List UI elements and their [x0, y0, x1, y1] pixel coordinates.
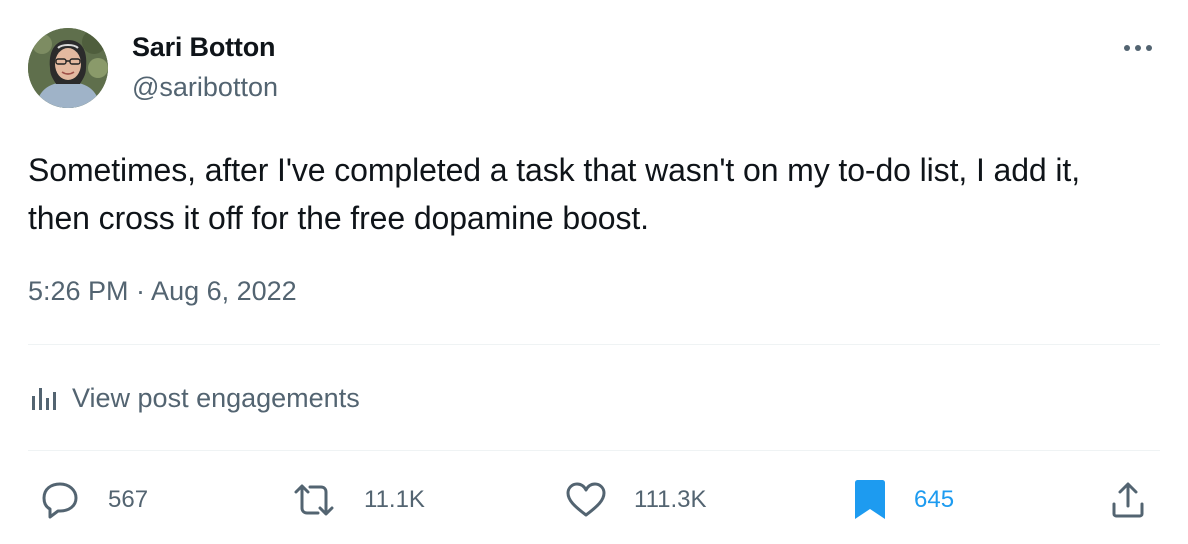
tweet-card: Sari Botton @saribotton Sometimes, after…	[0, 0, 1188, 544]
bookmark-icon	[852, 479, 888, 521]
more-icon	[1124, 45, 1152, 51]
repost-button[interactable]: 11.1K	[290, 478, 425, 522]
display-name[interactable]: Sari Botton	[132, 32, 275, 63]
bookmark-count: 645	[914, 486, 955, 513]
share-button[interactable]	[1108, 478, 1174, 522]
reply-icon	[38, 480, 82, 520]
repost-count: 11.1K	[364, 486, 425, 513]
view-engagements-label: View post engagements	[72, 382, 360, 413]
like-button[interactable]: 111.3K	[564, 478, 707, 522]
repost-icon	[290, 480, 338, 520]
like-count: 111.3K	[634, 486, 707, 513]
divider	[28, 344, 1160, 345]
share-icon	[1108, 480, 1148, 520]
reply-count: 567	[108, 486, 149, 513]
heart-icon	[564, 480, 608, 520]
bar-chart-icon	[28, 384, 58, 412]
avatar-image	[28, 28, 108, 108]
avatar[interactable]	[28, 28, 108, 108]
user-handle[interactable]: @saribotton	[132, 72, 278, 103]
tweet-timestamp[interactable]: 5:26 PM · Aug 6, 2022	[28, 276, 297, 307]
view-engagements-link[interactable]: View post engagements	[28, 378, 360, 418]
reply-button[interactable]: 567	[38, 478, 148, 522]
divider	[28, 450, 1160, 451]
more-options-button[interactable]	[1118, 30, 1158, 66]
tweet-text: Sometimes, after I've completed a task t…	[28, 152, 1080, 236]
bookmark-button[interactable]: 645	[852, 478, 954, 522]
